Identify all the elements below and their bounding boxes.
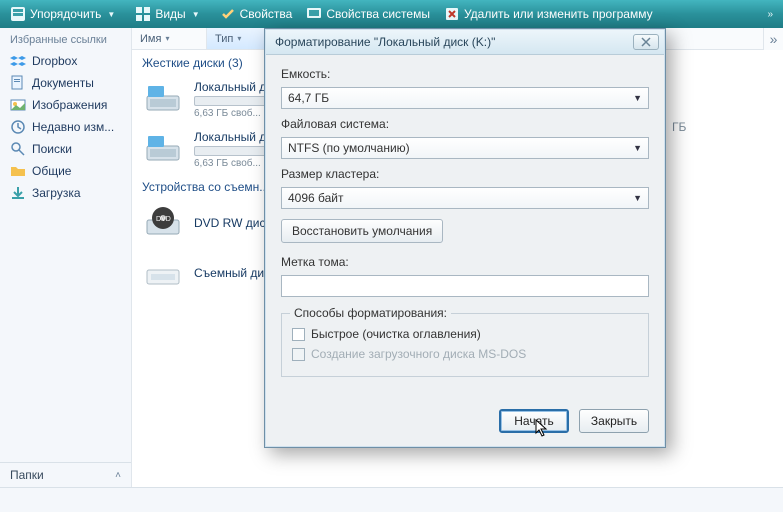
- restore-defaults-button[interactable]: Восстановить умолчания: [281, 219, 443, 243]
- cluster-value: 4096 байт: [288, 191, 344, 205]
- dialog-titlebar[interactable]: Форматирование "Локальный диск (K:)": [265, 29, 665, 55]
- column-overflow[interactable]: »: [763, 28, 783, 50]
- svg-text:DVD: DVD: [156, 216, 171, 223]
- uninstall-label: Удалить или изменить программу: [464, 7, 653, 21]
- start-button[interactable]: Начать: [499, 409, 569, 433]
- views-icon: [135, 6, 151, 22]
- filesystem-select[interactable]: NTFS (по умолчанию) ▼: [281, 137, 649, 159]
- dialog-body: Емкость: 64,7 ГБ ▼ Файловая система: NTF…: [265, 55, 665, 387]
- cluster-select[interactable]: 4096 байт ▼: [281, 187, 649, 209]
- dropbox-icon: [10, 53, 26, 69]
- format-dialog: Форматирование "Локальный диск (K:)" Емк…: [264, 28, 666, 448]
- sidebar-title: Избранные ссылки: [0, 28, 131, 50]
- capacity-label: Емкость:: [281, 65, 649, 81]
- sidebar-item-recent[interactable]: Недавно изм...: [0, 116, 131, 138]
- close-icon: [641, 37, 651, 47]
- chevron-up-icon: ˄: [115, 470, 121, 481]
- folder-public-icon: [10, 163, 26, 179]
- capacity-select[interactable]: 64,7 ГБ ▼: [281, 87, 649, 109]
- sidebar-item-label: Общие: [32, 164, 71, 178]
- hdd-icon: [142, 78, 184, 120]
- folders-label: Папки: [10, 468, 44, 482]
- dialog-button-row: Начать Закрыть: [265, 401, 665, 433]
- toolbar-overflow[interactable]: »: [767, 9, 779, 20]
- bootable-label: Создание загрузочного диска MS-DOS: [311, 347, 526, 361]
- sidebar-item-downloads[interactable]: Загрузка: [0, 182, 131, 204]
- sidebar-item-label: Документы: [32, 76, 94, 90]
- system-properties-button[interactable]: Свойства системы: [300, 4, 436, 24]
- volume-name-input[interactable]: [281, 275, 649, 297]
- favorites-sidebar: Избранные ссылки Dropbox Документы Изобр…: [0, 28, 132, 487]
- status-bar: [0, 488, 783, 512]
- sidebar-item-label: Поиски: [32, 142, 72, 156]
- format-methods-group: Способы форматирования: Быстрое (очистка…: [281, 313, 649, 377]
- bootable-row: Создание загрузочного диска MS-DOS: [292, 344, 638, 364]
- sidebar-item-label: Загрузка: [32, 186, 81, 200]
- sidebar-list: Dropbox Документы Изображения Недавно из…: [0, 50, 131, 462]
- chevron-down-icon: ▼: [633, 143, 642, 153]
- drive-usage-bar: [194, 146, 269, 156]
- hdd-icon: [142, 128, 184, 170]
- filesystem-value: NTFS (по умолчанию): [288, 141, 410, 155]
- organize-label: Упорядочить: [30, 7, 101, 21]
- sidebar-item-pictures[interactable]: Изображения: [0, 94, 131, 116]
- organize-icon: [10, 6, 26, 22]
- chevron-down-icon: ▼: [633, 193, 642, 203]
- system-properties-icon: [306, 6, 322, 22]
- file-list-pane: Имя▾ Тип▾ Полный объем Свободно » Жестки…: [132, 28, 783, 487]
- quick-format-label: Быстрое (очистка оглавления): [311, 327, 481, 341]
- dialog-title: Форматирование "Локальный диск (K:)": [275, 35, 495, 49]
- download-icon: [10, 185, 26, 201]
- sidebar-item-public[interactable]: Общие: [0, 160, 131, 182]
- cluster-label: Размер кластера:: [281, 165, 649, 181]
- chevron-down-icon: ▼: [107, 10, 115, 19]
- organize-button[interactable]: Упорядочить ▼: [4, 4, 127, 24]
- uninstall-button[interactable]: Удалить или изменить программу: [438, 4, 659, 24]
- close-button[interactable]: [633, 34, 659, 50]
- stray-gb-label: ГБ: [672, 120, 686, 134]
- dvd-icon: DVD: [142, 202, 184, 244]
- quick-format-row[interactable]: Быстрое (очистка оглавления): [292, 324, 638, 344]
- close-format-button[interactable]: Закрыть: [579, 409, 649, 433]
- search-icon: [10, 141, 26, 157]
- quick-format-checkbox[interactable]: [292, 328, 305, 341]
- column-name[interactable]: Имя▾: [132, 28, 207, 49]
- recent-icon: [10, 119, 26, 135]
- documents-icon: [10, 75, 26, 91]
- filesystem-label: Файловая система:: [281, 115, 649, 131]
- explorer-main: Избранные ссылки Dropbox Документы Изобр…: [0, 28, 783, 488]
- uninstall-icon: [444, 6, 460, 22]
- properties-button[interactable]: Свойства: [214, 4, 299, 24]
- bootable-checkbox: [292, 348, 305, 361]
- drive-name: Съемный ди...: [194, 266, 274, 280]
- views-button[interactable]: Виды ▼: [129, 4, 211, 24]
- pictures-icon: [10, 97, 26, 113]
- removable-drive-icon: [142, 252, 184, 294]
- chevron-down-icon: ▼: [633, 93, 642, 103]
- format-methods-legend: Способы форматирования:: [290, 306, 451, 320]
- checkmark-icon: [220, 6, 236, 22]
- system-properties-label: Свойства системы: [326, 7, 430, 21]
- explorer-toolbar: Упорядочить ▼ Виды ▼ Свойства Свойства с…: [0, 0, 783, 28]
- capacity-value: 64,7 ГБ: [288, 91, 329, 105]
- views-label: Виды: [155, 7, 185, 21]
- sidebar-item-label: Изображения: [32, 98, 107, 112]
- volume-name-label: Метка тома:: [281, 253, 649, 269]
- chevron-down-icon: ▼: [192, 10, 200, 19]
- properties-label: Свойства: [240, 7, 293, 21]
- sidebar-item-searches[interactable]: Поиски: [0, 138, 131, 160]
- sidebar-item-label: Недавно изм...: [32, 120, 114, 134]
- sidebar-item-label: Dropbox: [32, 54, 77, 68]
- sidebar-item-documents[interactable]: Документы: [0, 72, 131, 94]
- folders-toggle[interactable]: Папки ˄: [0, 462, 131, 487]
- drive-usage-bar: [194, 96, 269, 106]
- sidebar-item-dropbox[interactable]: Dropbox: [0, 50, 131, 72]
